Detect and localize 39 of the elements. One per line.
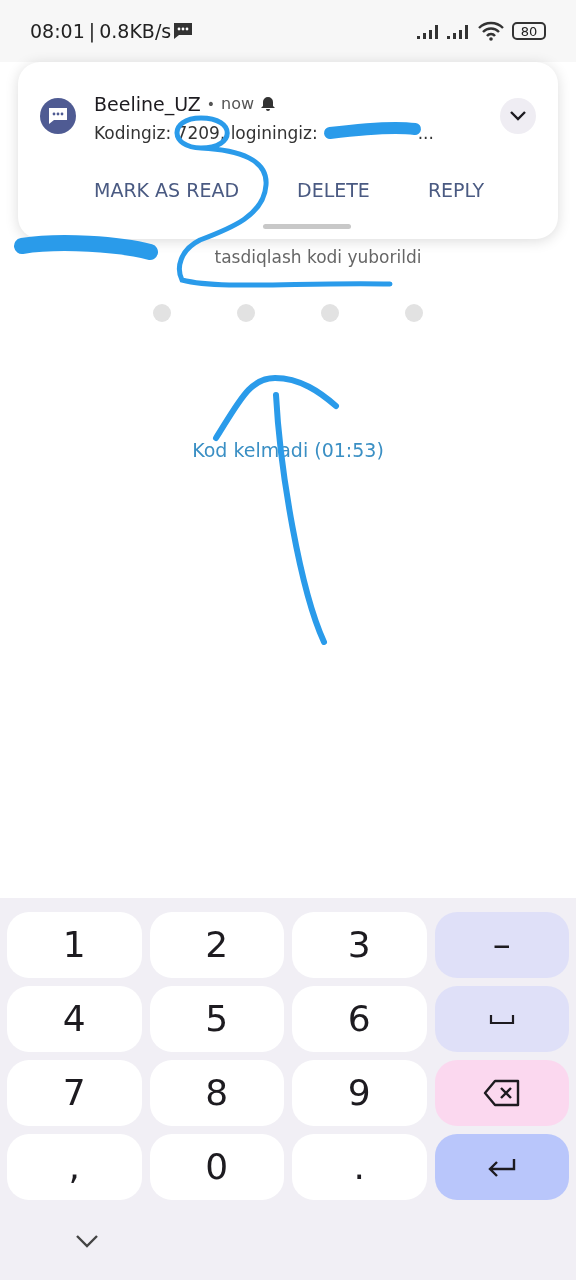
message-app-icon: [40, 98, 76, 134]
key[interactable]: 4: [7, 986, 142, 1052]
key[interactable]: 2: [149, 912, 284, 978]
clock: 08:01: [30, 18, 85, 44]
dot-separator: •: [206, 94, 216, 114]
key[interactable]: ,: [7, 1134, 142, 1200]
divider-text: |: [88, 18, 96, 45]
key[interactable]: 3: [292, 912, 427, 978]
notification-action[interactable]: DELETE: [279, 172, 388, 209]
notification-action[interactable]: REPLY: [409, 172, 503, 209]
key[interactable]: –: [434, 912, 569, 978]
sender-name: Beeline_UZ: [94, 92, 201, 118]
notification-action[interactable]: MARK AS READ: [76, 172, 258, 209]
enter-icon: [486, 1157, 517, 1177]
wifi-icon: [478, 21, 504, 41]
network-speed: 0.8KB/s: [99, 18, 172, 44]
chevron-down-icon: [509, 110, 527, 122]
drag-handle[interactable]: [263, 224, 351, 229]
backspace-key[interactable]: [434, 1060, 569, 1126]
backspace-icon: [482, 1079, 521, 1107]
message-icon: [173, 22, 194, 40]
expand-button[interactable]: [500, 98, 536, 134]
key[interactable]: .: [292, 1134, 427, 1200]
key[interactable]: 9: [292, 1060, 427, 1126]
bell-icon: [260, 96, 277, 113]
notification-time: now: [221, 93, 255, 116]
key[interactable]: 7: [7, 1060, 142, 1126]
key[interactable]: 0: [149, 1134, 284, 1200]
battery-icon: 80: [512, 22, 546, 40]
ellipsis-text: ...: [417, 121, 434, 145]
key[interactable]: 5: [149, 986, 284, 1052]
chevron-down-icon: [75, 1234, 99, 1248]
notification-card[interactable]: Beeline_UZ • now Kodingiz: 7209, loginingiz: ... MARK AS READ DELETE REPLY: [18, 62, 558, 239]
key[interactable]: 8: [149, 1060, 284, 1126]
key[interactable]: 6: [292, 986, 427, 1052]
key[interactable]: 1: [7, 912, 142, 978]
code-sent-text: tasdiqlash kodi yuborildi: [214, 245, 422, 269]
space-icon: [488, 1012, 515, 1026]
message-preview: Kodingiz: 7209, loginingiz:: [94, 121, 318, 145]
